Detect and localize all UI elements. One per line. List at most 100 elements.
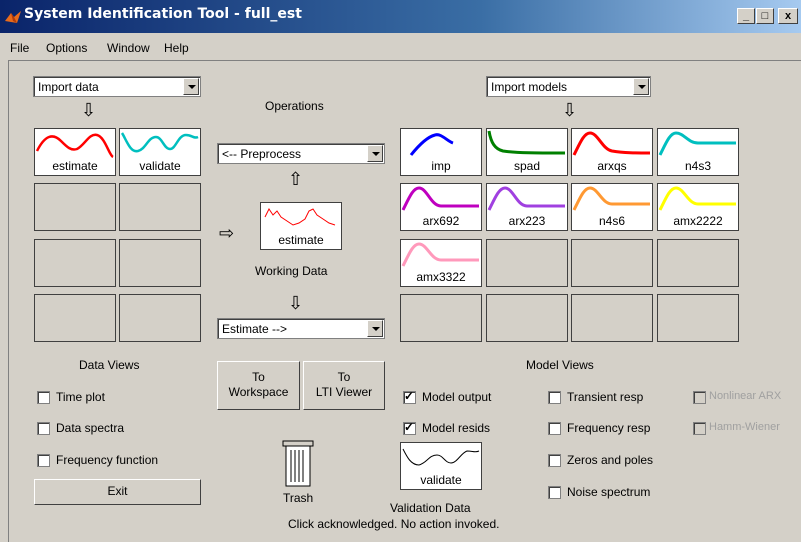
tile-label: estimate xyxy=(278,233,324,247)
trash-can-icon[interactable] xyxy=(279,439,319,489)
model-tile-empty[interactable] xyxy=(571,239,653,287)
to-lti-line1: To xyxy=(337,370,351,384)
model-resids-label: Model resids xyxy=(422,421,491,435)
tile-label: n4s6 xyxy=(598,214,626,228)
transient-resp-checkbox[interactable] xyxy=(548,391,561,404)
to-lti-viewer-button[interactable]: To LTI Viewer xyxy=(303,361,385,410)
data-spectra-checkbox[interactable] xyxy=(37,422,50,435)
estimate-select[interactable]: Estimate --> xyxy=(217,318,385,339)
menu-options[interactable]: Options xyxy=(46,41,87,55)
window-title: System Identification Tool - full_est xyxy=(24,6,302,22)
menu-bar: File Options Window Help xyxy=(0,38,801,58)
title-bar: System Identification Tool - full_est _ … xyxy=(0,0,801,33)
import-models-select[interactable]: Import models xyxy=(486,76,651,97)
import-data-select[interactable]: Import data xyxy=(33,76,201,97)
data-views-label: Data Views xyxy=(79,358,140,372)
model-tile-empty[interactable] xyxy=(486,294,568,342)
frequency-resp-label: Frequency resp xyxy=(567,421,651,435)
validation-data-label: Validation Data xyxy=(390,501,471,515)
model-tile-imp[interactable]: imp xyxy=(400,128,482,176)
transient-resp-label: Transient resp xyxy=(567,390,644,404)
model-tile-arx692[interactable]: arx692 xyxy=(400,183,482,231)
signal-plot-icon xyxy=(402,448,480,466)
tile-label: n4s3 xyxy=(684,159,712,173)
matlab-logo-icon xyxy=(5,11,21,23)
to-workspace-line2: Workspace xyxy=(228,385,289,399)
dropdown-arrow-icon[interactable] xyxy=(367,320,383,337)
noise-spectrum-label: Noise spectrum xyxy=(567,485,651,499)
menu-window[interactable]: Window xyxy=(107,41,150,55)
data-tile-empty[interactable] xyxy=(34,183,116,231)
zeros-and-poles-checkbox[interactable] xyxy=(548,454,561,467)
down-arrow-icon: ⇩ xyxy=(288,293,304,313)
model-views-label: Model Views xyxy=(526,358,594,372)
signal-plot-icon xyxy=(35,133,114,159)
data-tile-empty[interactable] xyxy=(119,239,201,287)
model-response-icon xyxy=(658,131,736,156)
model-response-icon xyxy=(658,186,736,211)
model-output-label: Model output xyxy=(422,390,492,404)
minimize-button[interactable]: _ xyxy=(737,8,755,24)
model-tile-empty[interactable] xyxy=(657,239,739,287)
tile-label: arx692 xyxy=(422,214,460,228)
tile-label: arxqs xyxy=(597,159,627,173)
estimate-value: Estimate --> xyxy=(222,322,288,336)
noise-spectrum-checkbox[interactable] xyxy=(548,486,561,499)
model-tile-n4s6[interactable]: n4s6 xyxy=(571,183,653,231)
model-tile-empty[interactable] xyxy=(486,239,568,287)
model-tile-amx2222[interactable]: amx2222 xyxy=(657,183,739,231)
dropdown-arrow-icon[interactable] xyxy=(183,78,199,95)
down-arrow-icon: ⇩ xyxy=(81,100,97,120)
maximize-button[interactable]: □ xyxy=(756,8,774,24)
model-tile-n4s3[interactable]: n4s3 xyxy=(657,128,739,176)
tile-label: validate xyxy=(420,473,462,487)
nonlinear-arx-label: Nonlinear ARX xyxy=(709,390,782,402)
model-resids-checkbox[interactable] xyxy=(403,420,416,435)
menu-help[interactable]: Help xyxy=(164,41,189,55)
close-button[interactable]: x xyxy=(778,8,798,24)
model-response-icon xyxy=(572,186,650,211)
zeros-and-poles-label: Zeros and poles xyxy=(567,453,654,467)
model-tile-arx223[interactable]: arx223 xyxy=(486,183,568,231)
model-output-checkbox[interactable] xyxy=(403,389,416,404)
model-tile-arxqs[interactable]: arxqs xyxy=(571,128,653,176)
signal-plot-icon xyxy=(264,208,336,226)
model-tile-empty[interactable] xyxy=(571,294,653,342)
data-tile-estimate[interactable]: estimate xyxy=(34,128,116,176)
tile-label: validate xyxy=(139,159,181,173)
validation-data-tile[interactable]: validate xyxy=(400,442,482,490)
preprocess-select[interactable]: <-- Preprocess xyxy=(217,143,385,164)
frequency-function-checkbox[interactable] xyxy=(37,454,50,467)
data-spectra-label: Data spectra xyxy=(56,421,125,435)
exit-button[interactable]: Exit xyxy=(34,479,201,505)
data-tile-empty[interactable] xyxy=(119,183,201,231)
to-lti-line2: LTI Viewer xyxy=(315,385,373,399)
up-arrow-icon: ⇧ xyxy=(288,169,304,189)
status-bar: Click acknowledged. No action invoked. xyxy=(288,517,500,531)
model-tile-empty[interactable] xyxy=(400,294,482,342)
frequency-resp-checkbox[interactable] xyxy=(548,422,561,435)
tile-label: estimate xyxy=(52,159,98,173)
menu-file[interactable]: File xyxy=(10,41,29,55)
working-data-tile[interactable]: estimate xyxy=(260,202,342,250)
time-plot-checkbox[interactable] xyxy=(37,391,50,404)
dropdown-arrow-icon[interactable] xyxy=(633,78,649,95)
nonlinear-arx-checkbox xyxy=(693,391,706,404)
data-tile-empty[interactable] xyxy=(34,239,116,287)
frequency-function-label: Frequency function xyxy=(56,453,159,467)
model-tile-amx3322[interactable]: amx3322 xyxy=(400,239,482,287)
to-workspace-button[interactable]: To Workspace xyxy=(217,361,300,410)
working-data-label: Working Data xyxy=(255,264,328,278)
app-window: System Identification Tool - full_est _ … xyxy=(0,0,801,542)
to-workspace-line1: To xyxy=(252,370,265,384)
model-tile-spad[interactable]: spad xyxy=(486,128,568,176)
dropdown-arrow-icon[interactable] xyxy=(367,145,383,162)
model-response-icon xyxy=(572,131,651,156)
data-tile-validate[interactable]: validate xyxy=(119,128,201,176)
tile-label: amx3322 xyxy=(416,270,466,284)
model-response-icon xyxy=(401,242,479,267)
data-tile-empty[interactable] xyxy=(34,294,116,342)
data-tile-empty[interactable] xyxy=(119,294,201,342)
signal-plot-icon xyxy=(120,132,199,153)
model-tile-empty[interactable] xyxy=(657,294,739,342)
